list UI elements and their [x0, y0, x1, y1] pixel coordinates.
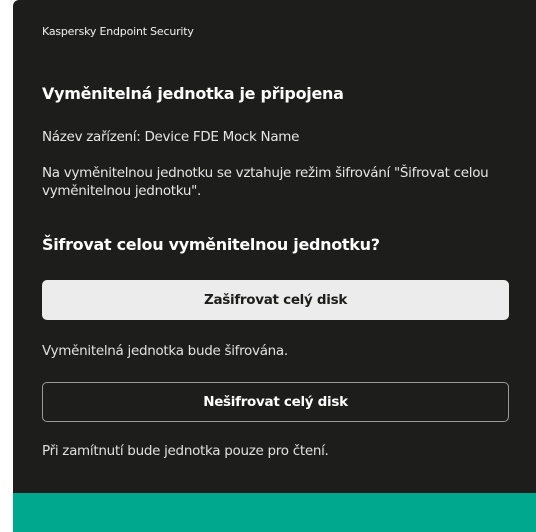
skip-hint: Při zamítnutí bude jednotka pouze pro čt…: [42, 443, 329, 459]
policy-description: Na vyměnitelnou jednotku se vztahuje rež…: [42, 165, 489, 199]
accent-footer-bar: [13, 493, 536, 532]
device-label: Název zařízení:: [42, 129, 141, 145]
encrypt-disk-button[interactable]: Zašifrovat celý disk: [42, 280, 509, 320]
encrypt-hint: Vyměnitelná jednotka bude šifrována.: [42, 343, 288, 359]
device-info: Název zařízení: Device FDE Mock Name: [42, 129, 299, 145]
skip-encryption-button[interactable]: Nešifrovat celý disk: [42, 382, 509, 422]
encryption-notification: Kaspersky Endpoint Security Vyměnitelná …: [13, 0, 536, 532]
device-name-value: Device FDE Mock Name: [144, 129, 300, 145]
encrypt-question: Šifrovat celou vyměnitelnou jednotku?: [42, 235, 380, 254]
app-name: Kaspersky Endpoint Security: [42, 25, 194, 38]
notification-title: Vyměnitelná jednotka je připojena: [42, 84, 344, 103]
